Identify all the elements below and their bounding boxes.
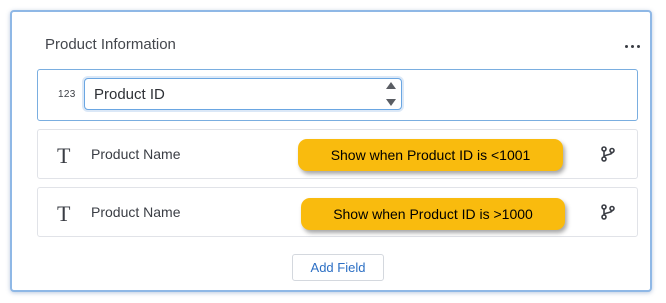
more-options-icon[interactable]	[620, 41, 644, 51]
field-label: Product Name	[91, 204, 181, 220]
section-title: Product Information	[45, 36, 176, 53]
add-field-button[interactable]: Add Field	[292, 254, 384, 281]
number-type-icon: 123	[58, 89, 76, 100]
text-type-icon: T	[57, 201, 71, 226]
branch-logic-icon[interactable]	[600, 146, 616, 162]
branch-logic-icon[interactable]	[600, 204, 616, 220]
spinner-up-icon[interactable]	[386, 82, 396, 89]
text-type-icon: T	[57, 143, 71, 168]
condition-callout: Show when Product ID is >1000	[301, 198, 565, 230]
field-label: Product Name	[91, 146, 181, 162]
spinner-down-icon[interactable]	[386, 99, 396, 106]
field-row-product-id[interactable]: 123	[37, 69, 638, 121]
number-spinner[interactable]	[385, 82, 397, 106]
condition-callout: Show when Product ID is <1001	[298, 139, 563, 171]
field-label-input[interactable]	[84, 78, 402, 110]
